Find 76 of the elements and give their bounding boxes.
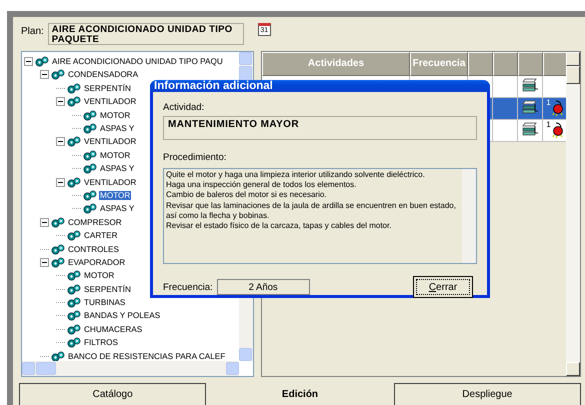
procedure-text-area[interactable]: Quite el motor y haga una limpieza interior utilizando solvente dieléctrico. Haga una inspección general de todos los elementos. Cambio de baleros del motor si es necesario. Revisar que las laminaciones de la jaula de ardilla se encuentren en buen estado, así como la flecha y bobinas. Revisar el estado físico de la carcaza, tapas y cables del motor. [163, 168, 477, 264]
gears-icon [67, 176, 81, 188]
gears-icon [83, 163, 97, 174]
tree-item[interactable]: MOTOR [99, 190, 132, 200]
tab[interactable]: Catálogo [19, 383, 206, 405]
gears-icon [67, 230, 81, 242]
tree-item[interactable]: VENTILADOR [83, 178, 138, 187]
gears-icon [67, 310, 81, 322]
tree-item[interactable]: MOTOR [99, 110, 132, 120]
gears-icon [67, 96, 81, 108]
tree-item[interactable]: TURBINAS [83, 298, 126, 308]
expander-icon[interactable] [24, 57, 33, 66]
tree-item[interactable]: SERPENTÍN [83, 84, 132, 93]
plan-field: AIRE ACONDICIONADO UNIDAD TIPO PAQUETE [48, 23, 244, 45]
gears-icon [83, 203, 97, 214]
horizontal-scrollbar[interactable] [22, 361, 239, 376]
tree-item[interactable]: SERPENTÍN [83, 284, 132, 294]
tree-item[interactable]: CARTER [83, 231, 119, 240]
activity-field: MANTENIMIENTO MAYOR [163, 116, 477, 140]
expander-icon[interactable] [40, 218, 49, 227]
gears-icon [83, 123, 97, 134]
document-stack-icon[interactable] [521, 100, 539, 116]
gears-icon [83, 190, 97, 201]
document-stack-icon[interactable] [521, 78, 539, 94]
expander-icon[interactable] [56, 178, 65, 187]
tree-item[interactable]: CONTROLES [67, 244, 120, 254]
procedure-label: Procedimiento: [163, 152, 228, 163]
tree-item[interactable]: AIRE ACONDICIONADO UNIDAD TIPO PAQU [51, 57, 224, 66]
tree-item[interactable]: ASPAS Y [99, 124, 136, 133]
gears-icon [51, 350, 65, 362]
tree-item[interactable]: VENTILADOR [83, 137, 138, 146]
gears-icon [83, 150, 97, 161]
gears-icon [67, 284, 81, 295]
frequency-label: Frecuencia: [163, 282, 213, 292]
expander-icon[interactable] [56, 137, 65, 146]
tree-item[interactable]: CHUMACERAS [83, 324, 144, 334]
gears-icon [51, 256, 65, 268]
tree-item[interactable]: COMPRESOR [67, 218, 123, 227]
dialog-title: Información adicional [150, 80, 490, 92]
gears-icon [67, 270, 81, 282]
tree-item[interactable]: MOTOR [99, 150, 132, 160]
gears-icon [67, 136, 81, 148]
gears-icon [67, 337, 81, 348]
count-label: 1 [546, 98, 551, 107]
column-header: Frecuencia [410, 52, 468, 76]
column-header: Actividades [262, 52, 410, 76]
expander-icon[interactable] [40, 70, 49, 80]
count-label: 1 [546, 120, 551, 129]
tree-item[interactable]: MOTOR [83, 271, 116, 280]
vertical-scrollbar[interactable] [566, 52, 580, 376]
tab[interactable]: Despliegue [394, 383, 581, 405]
close-button[interactable]: Cerrar [413, 276, 473, 298]
bug-icon[interactable] [552, 100, 564, 116]
gears-icon [83, 110, 97, 121]
tree-item[interactable]: EVAPORADOR [67, 258, 126, 267]
gears-icon [67, 297, 81, 308]
bug-icon[interactable] [552, 122, 564, 138]
tree-item[interactable]: FILTROS [83, 338, 119, 348]
tree-item[interactable]: BANDAS Y POLEAS [83, 311, 162, 320]
expander-icon[interactable] [40, 258, 49, 267]
activity-label: Actividad: [163, 102, 206, 113]
gears-icon [51, 216, 65, 228]
tree-item[interactable]: ASPAS Y [99, 204, 136, 214]
gears-icon [51, 244, 65, 255]
document-stack-icon[interactable] [521, 122, 539, 138]
gears-icon [67, 82, 81, 94]
plan-label: Plan: [21, 25, 44, 37]
gears-icon [67, 324, 81, 335]
tree-item[interactable]: CONDENSADORA [67, 70, 140, 80]
tree-item[interactable]: ASPAS Y [99, 164, 136, 174]
gears-icon [51, 69, 65, 80]
expander-icon[interactable] [56, 97, 65, 106]
tree-item[interactable]: VENTILADOR [83, 97, 138, 106]
gears-icon [35, 56, 49, 68]
tree-item[interactable]: BANCO DE RESISTENCIAS PARA CALEF [67, 352, 226, 361]
frequency-field: 2 Años [216, 279, 310, 295]
